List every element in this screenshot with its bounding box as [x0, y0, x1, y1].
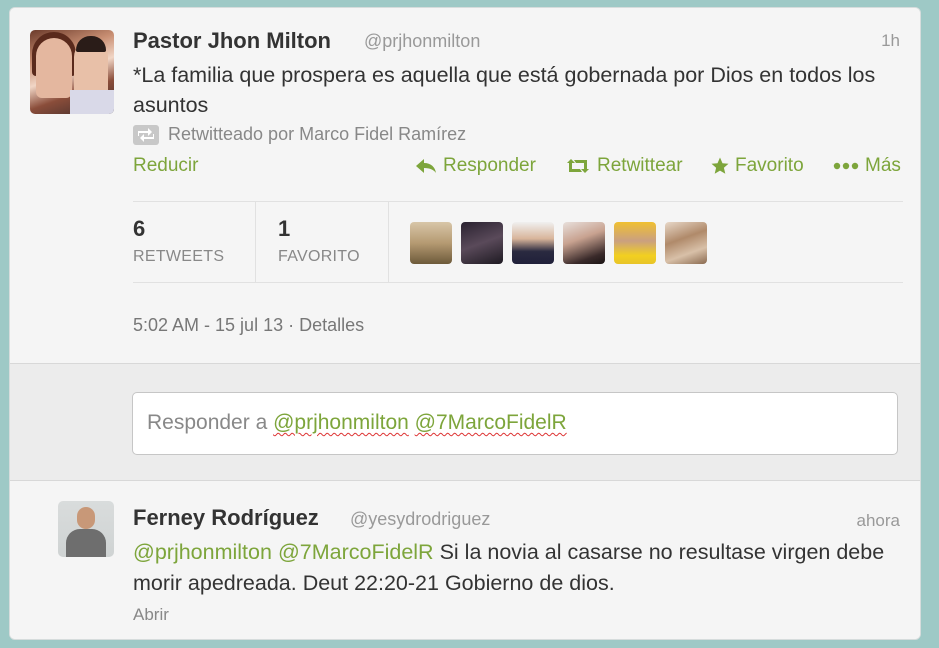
retweeter-avatar[interactable]	[563, 222, 605, 264]
author-handle[interactable]: @prjhonmilton	[364, 31, 480, 52]
retweets-count: 6	[133, 216, 146, 241]
tweet-actions: Reducir Responder Retwittear Favorito Má…	[133, 155, 903, 181]
main-tweet: Pastor Jhon Milton @prjhonmilton 1h *La …	[10, 8, 920, 363]
favorites-label: FAVORITO	[278, 248, 360, 265]
reply-prefix: Responder a	[147, 411, 268, 434]
retweet-icon	[133, 124, 159, 145]
stat-divider	[255, 202, 256, 282]
reply-mention-1: @prjhonmilton	[273, 411, 409, 434]
reply-icon	[416, 159, 436, 173]
retweeter-avatar[interactable]	[614, 222, 656, 264]
tweet-card: Pastor Jhon Milton @prjhonmilton 1h *La …	[9, 7, 921, 640]
retweeted-by-label[interactable]: Retwitteado por Marco Fidel Ramírez	[168, 124, 466, 145]
retweeter-avatar[interactable]	[410, 222, 452, 264]
reply-text-mention-2[interactable]: @7MarcoFidelR	[278, 540, 434, 564]
reply-text: @prjhonmilton @7MarcoFidelR Si la novia …	[133, 537, 893, 599]
reply-mention-2: @7MarcoFidelR	[414, 411, 567, 434]
reply-author-avatar[interactable]	[58, 501, 114, 557]
stat-divider	[388, 202, 389, 282]
reply-author-handle[interactable]: @yesydrodriguez	[350, 509, 490, 530]
reply-area: Responder a @prjhonmilton @7MarcoFidelR	[10, 363, 920, 481]
reply-label: Responder	[443, 155, 536, 176]
favorites-stat[interactable]: 1 FAVORITO	[278, 202, 360, 282]
retweets-label: RETWEETS	[133, 248, 225, 265]
tweet-meta: 5:02 AM - 15 jul 13 · Detalles	[133, 315, 365, 335]
favorite-label: Favorito	[735, 155, 804, 176]
reply-button[interactable]: Responder	[415, 155, 536, 177]
retweeter-avatar[interactable]	[512, 222, 554, 264]
tweet-time[interactable]: 1h	[881, 31, 900, 51]
retweet-action-icon	[567, 159, 589, 173]
favorite-button[interactable]: Favorito	[711, 155, 804, 177]
more-dots-icon	[833, 162, 859, 170]
retweeter-avatar[interactable]	[461, 222, 503, 264]
more-button[interactable]: Más	[833, 155, 901, 177]
star-icon	[711, 157, 729, 174]
author-name[interactable]: Pastor Jhon Milton	[133, 28, 331, 54]
more-label: Más	[865, 155, 901, 176]
reply-text-mention-1[interactable]: @prjhonmilton	[133, 540, 272, 564]
tweet-stats: 6 RETWEETS 1 FAVORITO	[133, 201, 903, 283]
retweets-stat[interactable]: 6 RETWEETS	[133, 202, 224, 282]
details-link[interactable]: Detalles	[299, 315, 364, 335]
reply-input[interactable]: Responder a @prjhonmilton @7MarcoFidelR	[132, 392, 898, 455]
collapse-link[interactable]: Reducir	[133, 155, 198, 177]
retweet-button[interactable]: Retwittear	[565, 155, 683, 177]
author-avatar[interactable]	[30, 30, 114, 114]
reply-time[interactable]: ahora	[857, 511, 900, 531]
reply-author-name[interactable]: Ferney Rodríguez	[133, 505, 319, 531]
favorites-count: 1	[278, 216, 291, 241]
tweet-text: *La familia que prospera es aquella que …	[133, 63, 876, 117]
tweet-timestamp[interactable]: 5:02 AM - 15 jul 13	[133, 315, 283, 335]
retweet-label: Retwittear	[597, 155, 683, 176]
retweeted-by: Retwitteado por Marco Fidel Ramírez	[133, 124, 466, 145]
open-link[interactable]: Abrir	[133, 605, 169, 625]
reply-tweet: Ferney Rodríguez @yesydrodriguez ahora @…	[10, 481, 920, 639]
retweeter-avatar[interactable]	[665, 222, 707, 264]
